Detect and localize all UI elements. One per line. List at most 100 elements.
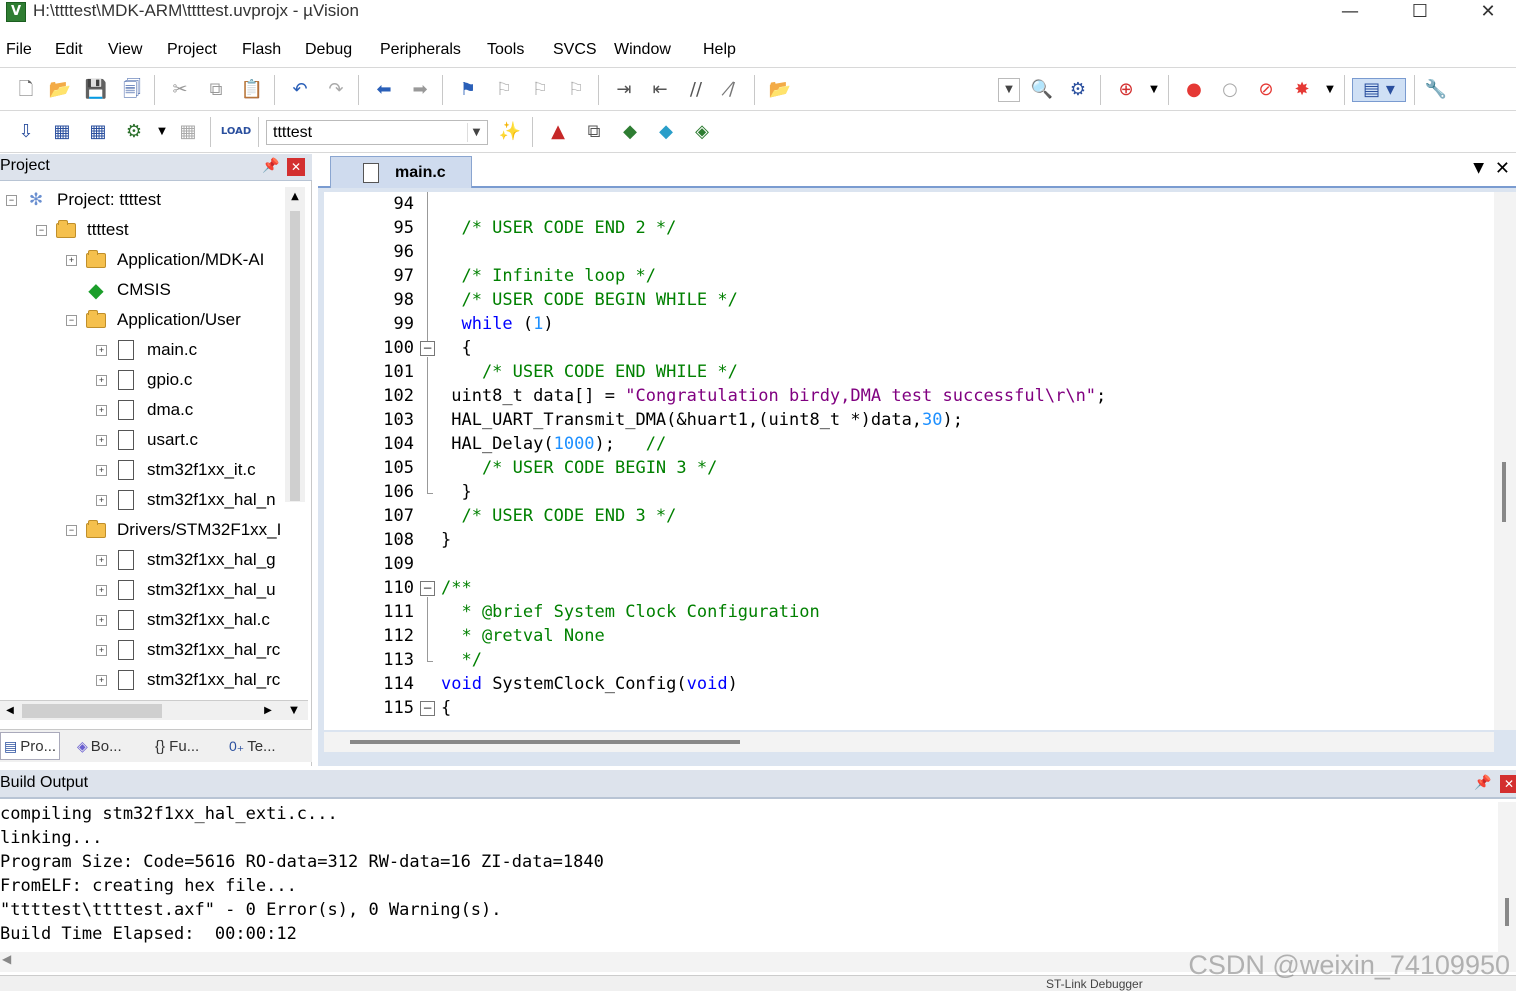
tab-functions[interactable]: {} Fu... (152, 732, 202, 760)
menu-tools[interactable]: Tools (487, 41, 524, 59)
code-line[interactable]: /* USER CODE END 2 */ (441, 216, 676, 240)
tab-list-dropdown-icon[interactable]: ▼ (1473, 160, 1484, 176)
expand-icon[interactable]: + (96, 584, 107, 596)
tree-cmsis[interactable]: ◆ CMSIS (85, 275, 171, 305)
code-line[interactable]: * @retval None (441, 624, 604, 648)
cut-icon[interactable]: ✂ (168, 78, 192, 102)
close-window-button[interactable]: ✕ (1458, 0, 1516, 26)
menu-svcs[interactable]: SVCS (553, 41, 597, 59)
maximize-button[interactable]: ☐ (1390, 0, 1450, 26)
fold-toggle-icon[interactable]: − (420, 581, 435, 596)
save-all-icon[interactable]: 🗐 (120, 78, 144, 102)
code-line[interactable]: /** (441, 576, 472, 600)
tree-file-hal-uart[interactable]: + stm32f1xx_hal_u (96, 575, 276, 605)
tree-file-stm32f1xx-hal-msp[interactable]: + stm32f1xx_hal_n (96, 485, 276, 515)
code-line[interactable]: } (441, 528, 451, 552)
scroll-thumb[interactable] (350, 740, 740, 744)
menu-edit[interactable]: Edit (55, 41, 83, 59)
find-icon[interactable]: 🔍 (1030, 78, 1054, 102)
indent-icon[interactable]: ⇥ (612, 78, 636, 102)
close-tab-icon[interactable]: ✕ (1495, 158, 1510, 179)
kill-breakpoints-icon[interactable]: ✸ (1290, 78, 1314, 102)
code-line[interactable]: */ (441, 648, 481, 672)
expand-icon[interactable]: + (96, 554, 107, 566)
bookmark-insert-icon[interactable]: ⚑ (456, 78, 480, 102)
tree-file-hal-rcc-ex[interactable]: + stm32f1xx_hal_rc (96, 665, 280, 695)
tree-target[interactable]: − ttttest (36, 215, 129, 245)
code-line[interactable]: while (1) (441, 312, 553, 336)
tree-file-hal-rcc[interactable]: + stm32f1xx_hal_rc (96, 635, 280, 665)
pack-installer-icon[interactable]: ◆ (654, 120, 678, 144)
code-line[interactable]: /* USER CODE BEGIN 3 */ (441, 456, 717, 480)
code-line[interactable]: * @brief System Clock Configuration (441, 600, 819, 624)
expand-icon[interactable]: + (96, 404, 107, 416)
pin-icon[interactable]: 📌 (1474, 775, 1491, 791)
code-line[interactable]: /* Infinite loop */ (441, 264, 655, 288)
editor-horizontal-scrollbar[interactable] (324, 732, 1494, 752)
translate-icon[interactable]: ⇩ (14, 120, 38, 144)
code-line[interactable]: /* USER CODE END WHILE */ (441, 360, 738, 384)
menu-debug[interactable]: Debug (305, 41, 352, 59)
window-layout-icon[interactable]: ▤ ▾ (1352, 78, 1406, 102)
scroll-up-icon[interactable]: ▲ (285, 187, 305, 207)
scroll-thumb[interactable] (1502, 462, 1506, 522)
editor-tab-main-c[interactable]: main.c (330, 156, 472, 188)
close-panel-icon[interactable]: ✕ (1500, 775, 1516, 793)
build-vertical-scrollbar[interactable] (1498, 802, 1516, 952)
build-output-text[interactable]: compiling stm32f1xx_hal_exti.c... linkin… (0, 802, 1496, 952)
tree-horizontal-scrollbar[interactable]: ◀ ▶ ▼ (0, 700, 308, 720)
collapse-icon[interactable]: − (66, 524, 77, 536)
tree-group-drivers[interactable]: − Drivers/STM32F1xx_I (66, 515, 281, 545)
build-icon[interactable]: ▦ (50, 120, 74, 144)
code-line[interactable]: /* USER CODE END 3 */ (441, 504, 676, 528)
open-file-icon[interactable]: 📂 (48, 78, 72, 102)
code-text[interactable]: /* USER CODE END 2 */ /* Infinite loop *… (441, 192, 1481, 730)
code-line[interactable]: void SystemClock_Config(void) (441, 672, 738, 696)
stm32cubemx-icon[interactable]: ◈ (690, 120, 714, 144)
code-line[interactable]: uint8_t data[] = "Congratulation birdy,D… (441, 384, 1106, 408)
menu-view[interactable]: View (108, 41, 142, 59)
menu-file[interactable]: File (6, 41, 32, 59)
breakpoints-dropdown-icon[interactable]: ▼ (1318, 78, 1342, 102)
menu-project[interactable]: Project (167, 41, 217, 59)
code-line[interactable]: HAL_UART_Transmit_DMA(&huart1,(uint8_t *… (441, 408, 963, 432)
menu-window[interactable]: Window (614, 41, 671, 59)
tree-vertical-scrollbar[interactable]: ▲ (285, 187, 305, 502)
nav-back-icon[interactable]: ⬅ (372, 78, 396, 102)
code-line[interactable]: } (441, 480, 471, 504)
enable-breakpoint-icon[interactable]: ○ (1218, 78, 1242, 102)
new-file-icon[interactable]: 🗋 (14, 78, 38, 102)
paste-icon[interactable]: 📋 (240, 78, 264, 102)
editor-vertical-scrollbar[interactable] (1494, 192, 1516, 730)
rebuild-icon[interactable]: ▦ (86, 120, 110, 144)
bookmark-prev-icon[interactable]: ⚐ (492, 78, 516, 102)
scroll-thumb[interactable] (22, 704, 162, 718)
insert-breakpoint-icon[interactable]: ● (1182, 78, 1206, 102)
pin-icon[interactable]: 📌 (262, 158, 279, 174)
bookmark-clear-icon[interactable]: ⚐ (564, 78, 588, 102)
expand-icon[interactable]: + (66, 254, 77, 266)
configure-icon[interactable]: 🔧 (1424, 78, 1448, 102)
tree-file-main-c[interactable]: + main.c (96, 335, 197, 365)
tree-group-application-user[interactable]: − Application/User (66, 305, 241, 335)
tree-file-stm32f1xx-it-c[interactable]: + stm32f1xx_it.c (96, 455, 256, 485)
expand-icon[interactable]: + (96, 674, 107, 686)
expand-icon[interactable]: + (96, 344, 107, 356)
disable-breakpoints-icon[interactable]: ⊘ (1254, 78, 1278, 102)
collapse-icon[interactable]: − (36, 224, 47, 236)
tree-file-gpio-c[interactable]: + gpio.c (96, 365, 192, 395)
bookmark-next-icon[interactable]: ⚐ (528, 78, 552, 102)
save-icon[interactable]: 💾 (84, 78, 108, 102)
close-panel-icon[interactable]: ✕ (287, 158, 305, 176)
redo-icon[interactable]: ↷ (324, 78, 348, 102)
collapse-icon[interactable]: − (66, 314, 77, 326)
manage-project-items-icon[interactable]: ▲ (546, 120, 570, 144)
fold-toggle-icon[interactable]: − (420, 341, 435, 356)
debug-dropdown-icon[interactable]: ▼ (1142, 78, 1166, 102)
tab-books[interactable]: ◈ Bo... (74, 732, 125, 760)
find-combo-dropdown[interactable]: ▼ (998, 78, 1020, 102)
target-options-icon[interactable]: ✨ (498, 120, 522, 144)
expand-icon[interactable]: + (96, 614, 107, 626)
tab-project[interactable]: ▤ Pro... (0, 732, 61, 760)
scroll-left-icon[interactable]: ◀ (0, 701, 20, 721)
